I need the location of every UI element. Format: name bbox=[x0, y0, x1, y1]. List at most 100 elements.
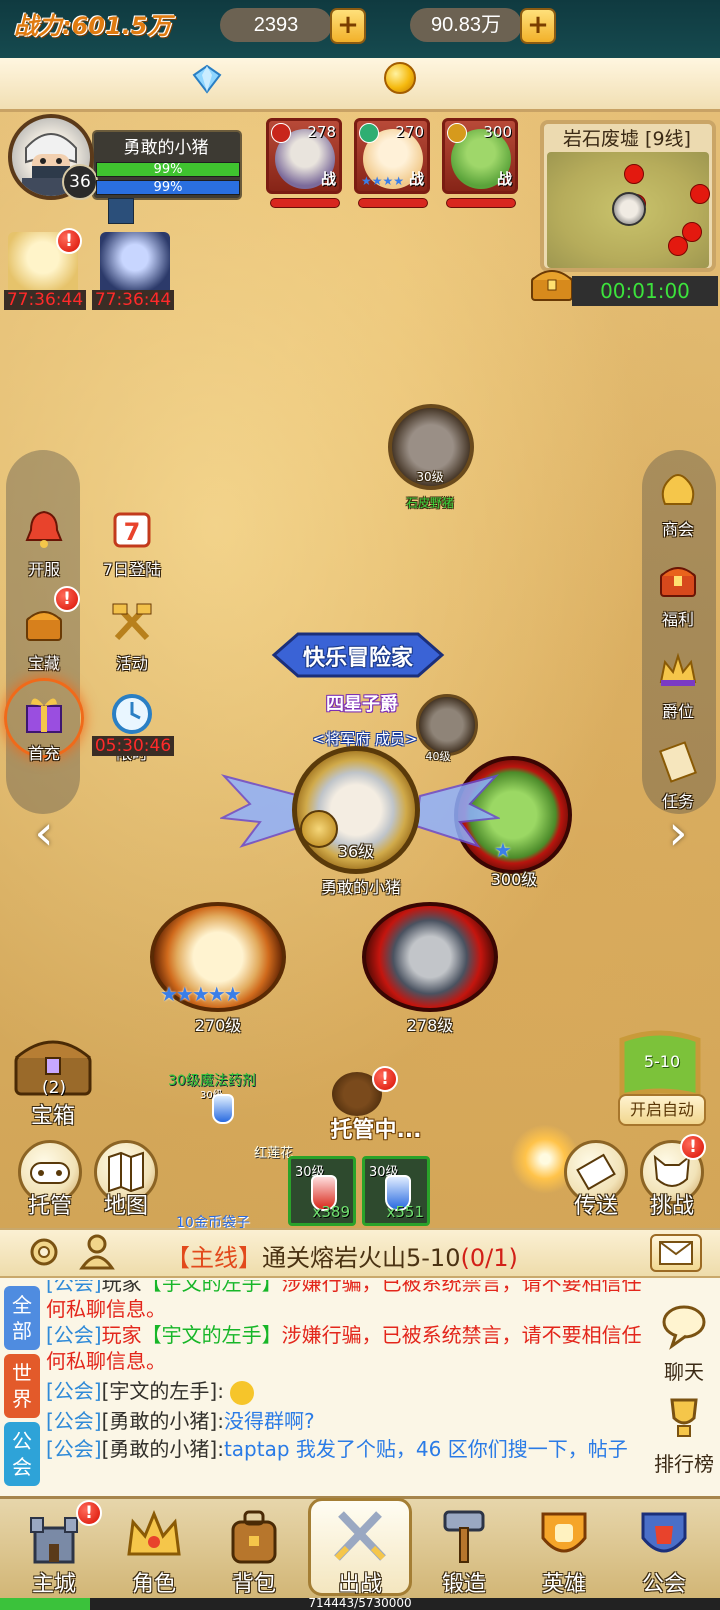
hero-hp-bar-3 bbox=[446, 198, 516, 208]
nav-guild[interactable]: 公会 bbox=[614, 1500, 714, 1597]
team-hero-card-2[interactable]: 270 ★★★★ 战 bbox=[354, 118, 430, 194]
chat-tab-all[interactable]: 全部 bbox=[4, 1286, 40, 1350]
nav-character[interactable]: 角色 bbox=[104, 1500, 204, 1597]
menu-welfare[interactable]: 福利 bbox=[646, 556, 710, 630]
notification-badge: ! bbox=[680, 1134, 706, 1160]
nav-forge[interactable]: 锻造 bbox=[414, 1500, 514, 1597]
player-title: 快乐冒险家 bbox=[302, 646, 413, 671]
crown-icon bbox=[127, 1510, 181, 1556]
host-label: 托管 bbox=[27, 1194, 72, 1219]
team-hero-card-1[interactable]: 278 战 bbox=[266, 118, 342, 194]
quest-tag: 【主线】 bbox=[166, 1244, 262, 1272]
guild-flag-icon bbox=[108, 198, 134, 224]
treasure-chest-icon[interactable] bbox=[528, 262, 576, 304]
nav-battle[interactable]: 出战 bbox=[310, 1500, 410, 1597]
nav-backpack[interactable]: 背包 bbox=[204, 1500, 304, 1597]
hero-fight-2: 战 bbox=[408, 170, 424, 188]
quest-progress: (0/1) bbox=[460, 1244, 518, 1272]
menu-open-server[interactable]: 开服 bbox=[12, 506, 76, 580]
bell-icon bbox=[25, 510, 63, 548]
auto-host-status: 托管中... bbox=[330, 1118, 422, 1143]
hero-level-2: 270 bbox=[395, 123, 424, 141]
ranking-button[interactable]: 排行榜 bbox=[646, 1392, 720, 1477]
ally-dark-knight[interactable] bbox=[362, 902, 498, 1012]
minimap-enemy-dot bbox=[624, 164, 644, 184]
add-gold-button[interactable]: + bbox=[520, 8, 556, 44]
gift-icon bbox=[26, 698, 62, 733]
ally-dark-level: 278级 bbox=[406, 1016, 454, 1035]
player-name: 勇敢的小猪 bbox=[123, 138, 209, 158]
chat-line: [公会][勇敢的小猪]:taptap 我发了个贴，46 区你们搜一下，帖子 bbox=[46, 1437, 628, 1461]
trophy-icon bbox=[670, 1398, 698, 1437]
guild-shield-icon bbox=[641, 1512, 687, 1553]
quest-description: 通关熔岩火山5-10 bbox=[262, 1244, 461, 1272]
chat-tab-guild[interactable]: 公会 bbox=[4, 1422, 40, 1486]
nav-heroes[interactable]: 英雄 bbox=[514, 1500, 614, 1597]
hero-fight-1: 战 bbox=[320, 170, 336, 188]
auto-start-button[interactable]: 开启自动 bbox=[618, 1094, 706, 1126]
scroll-right-arrow[interactable]: › bbox=[658, 808, 698, 858]
boar-monster-2[interactable] bbox=[416, 694, 478, 756]
minimap-timer: 00:01:00 bbox=[572, 276, 718, 306]
hero-hp-bar-2 bbox=[358, 198, 428, 208]
mail-button[interactable] bbox=[650, 1234, 702, 1272]
event-hero-2[interactable] bbox=[100, 232, 170, 296]
hero-stars-2: ★★★★ bbox=[361, 174, 405, 188]
chest-count: (2) bbox=[41, 1078, 67, 1098]
minimap-enemy-dot bbox=[690, 184, 710, 204]
hp-bar: 99% bbox=[96, 162, 240, 177]
ally-priestess-level: 270级 bbox=[194, 1016, 242, 1035]
potion-drop[interactable] bbox=[212, 1094, 234, 1124]
gear-icon[interactable] bbox=[24, 1232, 64, 1272]
minimap-title: 岩石废墟 [9线] bbox=[563, 128, 691, 150]
money-bag-icon bbox=[661, 474, 695, 505]
menu-nobility[interactable]: 爵位 bbox=[646, 648, 710, 722]
combat-power: 战力:601.5万 bbox=[14, 12, 172, 40]
friends-icon[interactable] bbox=[76, 1232, 118, 1272]
menu-tasks[interactable]: 任务 bbox=[646, 738, 710, 812]
chat-line: [公会][宇文的左手]: bbox=[46, 1378, 642, 1405]
player-rank: 四星子爵 bbox=[326, 694, 398, 715]
hero-hp-bar-1 bbox=[270, 198, 340, 208]
scroll-left-arrow[interactable]: ‹ bbox=[24, 808, 64, 858]
minimap-enemy-dot bbox=[668, 236, 688, 256]
limited-timer: 05:30:46 bbox=[92, 736, 174, 756]
monster-name: 石皮野猪 bbox=[405, 496, 454, 510]
exp-text: 714443/5730000 bbox=[308, 1596, 412, 1610]
hammers-icon bbox=[112, 603, 152, 641]
player-map-level: 36级 bbox=[337, 842, 375, 861]
hammer-icon bbox=[443, 1510, 485, 1563]
menu-chamber-of-commerce[interactable]: 商会 bbox=[646, 466, 710, 540]
potion-slot-blue[interactable]: 30级 x551 bbox=[362, 1156, 430, 1226]
resource-bar bbox=[0, 58, 720, 112]
map-label: 地图 bbox=[103, 1194, 148, 1219]
menu-activity[interactable]: 活动 bbox=[100, 600, 164, 674]
menu-7-day-login[interactable]: 7 7日登陆 bbox=[100, 506, 164, 580]
envelope-icon bbox=[659, 1241, 693, 1265]
diamond-count: 2393 bbox=[220, 8, 332, 42]
speech-bubble-icon bbox=[662, 1305, 706, 1350]
scroll-icon bbox=[659, 741, 697, 783]
notification-badge: ! bbox=[76, 1500, 102, 1526]
add-diamond-button[interactable]: + bbox=[330, 8, 366, 44]
potion-slot-red[interactable]: 30级 x389 bbox=[288, 1156, 356, 1226]
potion-drop-label: 30级魔法药剂 bbox=[168, 1073, 256, 1089]
gold-coin-icon bbox=[384, 62, 416, 94]
svg-text:7: 7 bbox=[124, 518, 141, 546]
teleport-label: 传送 bbox=[573, 1194, 618, 1219]
clock-icon bbox=[112, 694, 152, 734]
backpack-icon bbox=[231, 1510, 277, 1564]
chat-tab-world[interactable]: 世界 bbox=[4, 1354, 40, 1418]
event-timer-1: 77:36:44 bbox=[4, 290, 86, 310]
main-quest[interactable]: 【主线】通关熔岩火山5-10(0/1) bbox=[166, 1238, 606, 1273]
chat-line: [公会][勇敢的小猪]:没得群啊? bbox=[46, 1409, 315, 1433]
notification-badge: ! bbox=[56, 228, 82, 254]
menu-first-charge[interactable]: 首充 bbox=[12, 690, 76, 764]
mp-bar: 99% bbox=[96, 180, 240, 195]
ally-orc-level: 300级 bbox=[490, 870, 538, 889]
chat-button[interactable]: 聊天 bbox=[652, 1300, 716, 1385]
chest-icon bbox=[660, 567, 696, 597]
team-hero-card-3[interactable]: 300 战 bbox=[442, 118, 518, 194]
crown-icon bbox=[659, 652, 697, 686]
player-map-name: 勇敢的小猪 bbox=[320, 878, 401, 897]
